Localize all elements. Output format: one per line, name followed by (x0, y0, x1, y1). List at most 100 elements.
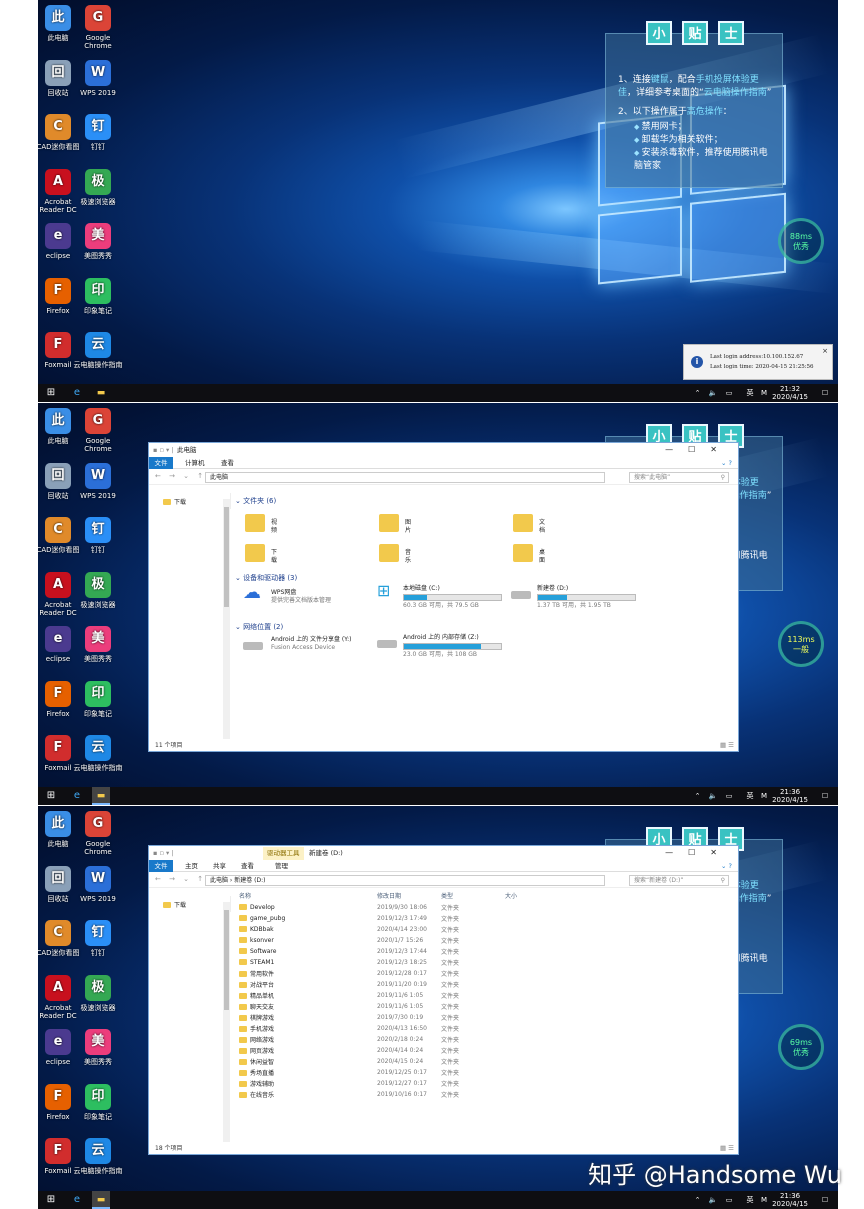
tab-file[interactable]: 文件 (149, 457, 173, 469)
explorer-window-d-drive[interactable]: ▪ ▫ ▾ | 驱动器工具 新建卷 (D:) —☐✕ 文件 主页 共享 查看 管… (148, 845, 739, 1155)
desktop-icon[interactable]: 钉钉钉 (72, 114, 124, 151)
desktop-icon[interactable]: G Google Chrome (72, 408, 124, 453)
tab-manage[interactable]: 管理 (275, 860, 288, 872)
window-controls[interactable]: —☐✕ (665, 443, 732, 457)
desktop-icon[interactable]: W WPS 2019 (72, 865, 124, 903)
start-button[interactable]: ⊞ (42, 1191, 60, 1209)
address-bar[interactable]: 此电脑 › 新建卷 (D:) (205, 875, 605, 886)
tray-icons[interactable]: ⌃ 🔈 ▭ (690, 384, 740, 402)
table-row[interactable]: 对战平台 2019/11/20 0:19 文件夹 (235, 979, 541, 990)
desktop-icon[interactable]: 极极速浏览器 (72, 974, 124, 1012)
desktop-icon[interactable]: 印印象笔记 (72, 277, 124, 315)
close-icon[interactable]: ✕ (710, 445, 732, 454)
desktop-icon[interactable]: 印印象笔记 (72, 680, 124, 718)
start-button[interactable]: ⊞ (42, 384, 60, 402)
tab-view[interactable]: 查看 (221, 457, 234, 469)
tab-home[interactable]: 主页 (185, 860, 198, 872)
desktop-icon[interactable]: 印印象笔记 (72, 1083, 124, 1121)
desktop-icon[interactable]: W WPS 2019 (72, 59, 124, 97)
taskbar-clock[interactable]: 21:36 2020/4/15 (772, 1192, 808, 1208)
quick-access-toolbar-icon[interactable]: ▪ ▫ ▾ | (153, 846, 173, 860)
desktop-icon[interactable]: 美美图秀秀 (72, 626, 124, 663)
file-explorer-taskbar-icon[interactable]: ▬ (92, 787, 110, 805)
desktop-icon[interactable]: 云云电脑操作指南 (72, 332, 124, 369)
nav-arrows-icon[interactable]: ← → ⌄ ↑ (155, 472, 206, 480)
notification-center-icon[interactable]: ☐ (818, 384, 832, 402)
tab-view[interactable]: 查看 (241, 860, 254, 872)
minimize-icon[interactable]: — (665, 445, 688, 454)
file-explorer-taskbar-icon[interactable]: ▬ (92, 1191, 110, 1209)
column-size[interactable]: 大小 (501, 888, 541, 902)
table-row[interactable]: 秀场直播 2019/12/25 0:17 文件夹 (235, 1067, 541, 1078)
ime-mode-indicator[interactable]: M (758, 1191, 770, 1209)
column-name[interactable]: 名称 (235, 888, 373, 902)
start-button[interactable]: ⊞ (42, 787, 60, 805)
window-controls[interactable]: —☐✕ (665, 846, 732, 860)
help-icon[interactable]: ⌄ ? (721, 860, 732, 872)
ie-taskbar-icon[interactable]: e (68, 787, 86, 805)
nav-arrows-icon[interactable]: ← → ⌄ ↑ (155, 875, 206, 883)
column-type[interactable]: 类型 (437, 888, 501, 902)
ie-taskbar-icon[interactable]: e (68, 1191, 86, 1209)
desktop-icon[interactable]: 极极速浏览器 (72, 571, 124, 609)
section-network[interactable]: ⌄ 网络位置 (2) (235, 621, 738, 634)
network-drive-z[interactable]: Android 上的 内部存储 (Z:) 23.0 GB 可用，共 108 GB (377, 634, 502, 659)
table-row[interactable]: 精品单机 2019/11/6 1:05 文件夹 (235, 990, 541, 1001)
window-titlebar[interactable]: ▪ ▫ ▾ | 此电脑 —☐✕ (149, 443, 738, 457)
notification-center-icon[interactable]: ☐ (818, 787, 832, 805)
drive-d-tile[interactable]: 新建卷 (D:) 1.37 TB 可用，共 1.95 TB (511, 585, 636, 610)
table-row[interactable]: STEAM1 2019/12/3 18:25 文件夹 (235, 957, 541, 968)
explorer-window-this-pc[interactable]: ▪ ▫ ▾ | 此电脑 —☐✕ 文件 计算机 查看 ⌄ ? ← → ⌄ ↑ 此电… (148, 442, 739, 752)
table-row[interactable]: 休闲益智 2020/4/15 0:24 文件夹 (235, 1056, 541, 1067)
maximize-icon[interactable]: ☐ (688, 445, 710, 454)
table-row[interactable]: game_pubg 2019/12/3 17:49 文件夹 (235, 913, 541, 924)
section-devices[interactable]: ⌄ 设备和驱动器 (3) (235, 572, 738, 585)
ime-indicator[interactable]: 英 (744, 787, 756, 805)
wps-drive-tile[interactable]: ☁ WPS网盘 提供完善文档版本管理 (243, 584, 331, 605)
tray-icons[interactable]: ⌃ 🔈 ▭ (690, 787, 740, 805)
ime-indicator[interactable]: 英 (744, 384, 756, 402)
table-row[interactable]: 聊天交友 2019/11/6 1:05 文件夹 (235, 1001, 541, 1012)
search-input[interactable]: 搜索“新建卷 (D:)” ⚲ (629, 875, 729, 886)
ime-mode-indicator[interactable]: M (758, 787, 770, 805)
table-row[interactable]: 手机游戏 2020/4/13 16:50 文件夹 (235, 1023, 541, 1034)
tray-icons[interactable]: ⌃ 🔈 ▭ (690, 1191, 740, 1209)
ime-indicator[interactable]: 英 (744, 1191, 756, 1209)
window-titlebar[interactable]: ▪ ▫ ▾ | 驱动器工具 新建卷 (D:) —☐✕ (149, 846, 738, 860)
ie-taskbar-icon[interactable]: e (68, 384, 86, 402)
desktop-icon[interactable]: 极极速浏览器 (72, 168, 124, 206)
minimize-icon[interactable]: — (665, 848, 688, 857)
file-explorer-taskbar-icon[interactable]: ▬ (92, 384, 110, 402)
tab-share[interactable]: 共享 (213, 860, 226, 872)
table-row[interactable]: 网页游戏 2020/4/14 0:24 文件夹 (235, 1045, 541, 1056)
table-row[interactable]: Develop 2019/9/30 18:06 文件夹 (235, 902, 541, 913)
nav-item[interactable]: 下载 (163, 497, 230, 509)
address-bar[interactable]: 此电脑 (205, 472, 605, 483)
help-icon[interactable]: ⌄ ? (721, 457, 732, 469)
close-icon[interactable]: ✕ (710, 848, 732, 857)
table-row[interactable]: 在线音乐 2019/10/16 0:17 文件夹 (235, 1089, 541, 1100)
table-row[interactable]: 游戏辅助 2019/12/27 0:17 文件夹 (235, 1078, 541, 1089)
desktop-icon[interactable]: G Google Chrome (72, 5, 124, 50)
maximize-icon[interactable]: ☐ (688, 848, 710, 857)
nav-scrollbar[interactable] (223, 499, 230, 739)
desktop-icon[interactable]: 美美图秀秀 (72, 223, 124, 260)
nav-scrollbar[interactable] (223, 902, 230, 1142)
tab-file[interactable]: 文件 (149, 860, 173, 872)
context-tab-drive-tools[interactable]: 驱动器工具 (263, 847, 304, 860)
table-row[interactable]: KDBbak 2020/4/14 23:00 文件夹 (235, 924, 541, 935)
notification-close-icon[interactable]: × (822, 346, 828, 356)
quick-access-toolbar-icon[interactable]: ▪ ▫ ▾ | (153, 443, 173, 457)
network-drive-y[interactable]: Android 上的 文件分享盘 (Y:) Fusion Access Devic… (243, 636, 352, 652)
view-toggle-icon[interactable]: ▦ ☰ (720, 1144, 734, 1152)
desktop-icon[interactable]: W WPS 2019 (72, 462, 124, 500)
desktop-icon[interactable]: 云云电脑操作指南 (72, 735, 124, 772)
nav-item[interactable]: 下载 (163, 900, 230, 912)
drive-c-tile[interactable]: ⊞ 本地磁盘 (C:) 60.3 GB 可用，共 79.5 GB (377, 583, 502, 610)
column-modified[interactable]: 修改日期 (373, 888, 437, 902)
table-row[interactable]: 棋牌游戏 2019/7/30 0:19 文件夹 (235, 1012, 541, 1023)
notification-center-icon[interactable]: ☐ (818, 1191, 832, 1209)
tab-computer[interactable]: 计算机 (185, 457, 205, 469)
table-row[interactable]: 常用软件 2019/12/28 0:17 文件夹 (235, 968, 541, 979)
desktop-icon[interactable]: 钉钉钉 (72, 920, 124, 957)
